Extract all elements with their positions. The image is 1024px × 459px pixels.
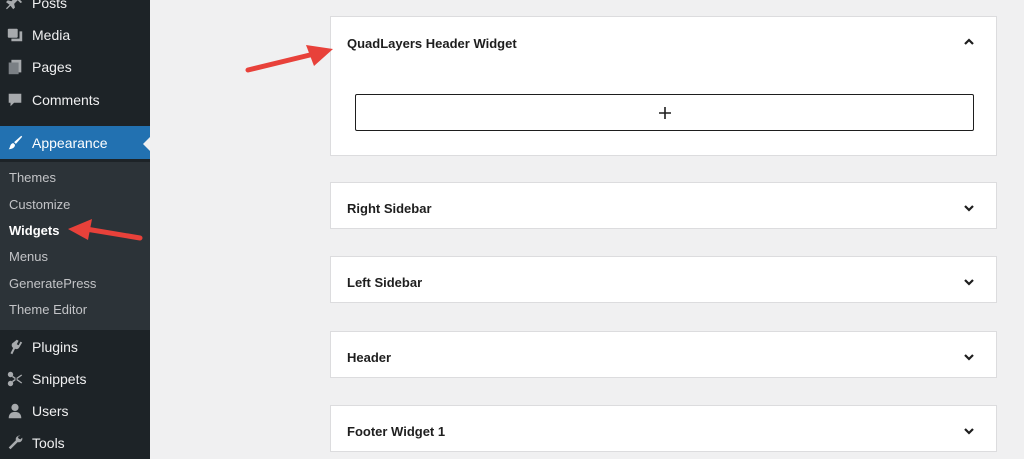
annotation-arrow-icon — [68, 219, 143, 241]
widget-area-left-sidebar[interactable]: Left Sidebar — [330, 256, 997, 303]
active-indicator — [143, 136, 151, 152]
widget-area-title[interactable]: QuadLayers Header Widget — [347, 36, 517, 51]
sidebar-item-label: Plugins — [32, 339, 78, 355]
appearance-submenu: Themes Customize Widgets Menus GenerateP… — [0, 162, 150, 330]
submenu-item-theme-editor[interactable]: Theme Editor — [9, 300, 87, 320]
sidebar-item-tools[interactable]: Tools — [0, 427, 150, 459]
widget-area-footer-widget-1[interactable]: Footer Widget 1 — [330, 405, 997, 452]
sidebar-item-label: Users — [32, 403, 69, 419]
plugin-icon — [5, 337, 25, 357]
sidebar-item-label: Tools — [32, 435, 65, 451]
chevron-down-icon[interactable] — [962, 201, 976, 215]
sidebar-item-posts[interactable]: Posts — [0, 0, 150, 19]
widget-area-right-sidebar[interactable]: Right Sidebar — [330, 182, 997, 229]
sidebar-item-label: Appearance — [32, 134, 108, 151]
widget-area-quadlayers-header: QuadLayers Header Widget — [330, 16, 997, 156]
sidebar-item-snippets[interactable]: Snippets — [0, 363, 150, 395]
sidebar-item-plugins[interactable]: Plugins — [0, 331, 150, 363]
sidebar-item-label: Comments — [32, 92, 100, 108]
media-icon — [5, 25, 25, 45]
add-block-button[interactable] — [355, 94, 974, 131]
pin-icon — [5, 0, 25, 13]
sidebar-item-media[interactable]: Media — [0, 19, 150, 51]
chevron-down-icon[interactable] — [962, 424, 976, 438]
submenu-item-generatepress[interactable]: GeneratePress — [9, 274, 96, 294]
submenu-item-widgets[interactable]: Widgets — [9, 221, 59, 241]
chevron-down-icon[interactable] — [962, 275, 976, 289]
user-icon — [5, 401, 25, 421]
sidebar-item-users[interactable]: Users — [0, 395, 150, 427]
sidebar-item-label: Media — [32, 27, 71, 43]
pages-icon — [5, 57, 25, 77]
submenu-item-menus[interactable]: Menus — [9, 247, 48, 267]
widget-area-title: Header — [347, 350, 392, 365]
sidebar-item-comments[interactable]: Comments — [0, 84, 150, 116]
sidebar-item-label: Snippets — [32, 371, 87, 387]
widget-area-title: Left Sidebar — [347, 275, 423, 290]
sidebar-item-pages[interactable]: Pages — [0, 51, 150, 83]
sidebar-item-label: Pages — [32, 59, 72, 75]
annotation-arrow-icon — [245, 45, 333, 73]
submenu-item-customize[interactable]: Customize — [9, 195, 70, 215]
chevron-up-icon[interactable] — [962, 35, 976, 49]
sidebar-item-appearance[interactable]: Appearance — [0, 126, 150, 159]
wrench-icon — [5, 433, 25, 453]
widget-area-title: Footer Widget 1 — [347, 424, 446, 439]
scissors-icon — [5, 369, 25, 389]
chevron-down-icon[interactable] — [962, 350, 976, 364]
widget-area-title: Right Sidebar — [347, 201, 432, 216]
widget-area-header[interactable]: Header — [330, 331, 997, 378]
paintbrush-icon — [5, 133, 25, 153]
sidebar-item-label: Posts — [32, 0, 68, 11]
submenu-item-themes[interactable]: Themes — [9, 168, 56, 188]
comment-icon — [5, 90, 25, 110]
plus-icon — [658, 106, 671, 119]
